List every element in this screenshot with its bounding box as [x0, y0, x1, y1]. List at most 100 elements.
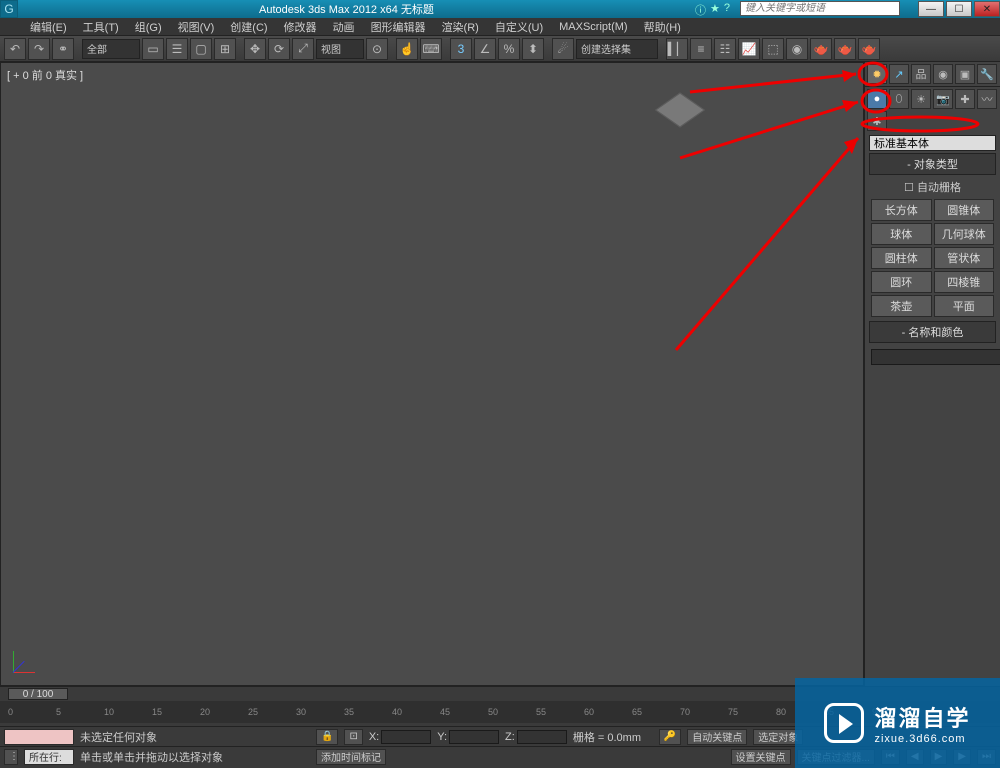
- cone-button[interactable]: 圆锥体: [934, 199, 995, 221]
- lock-button[interactable]: 🔒: [316, 729, 338, 745]
- watermark-name: 溜溜自学: [874, 701, 970, 733]
- infocenter-icons: ⓘ ★ ?: [695, 2, 730, 18]
- schematic-button[interactable]: ⬚: [762, 38, 784, 60]
- snap-button[interactable]: 3: [450, 38, 472, 60]
- geometry-tab[interactable]: ●: [867, 89, 887, 109]
- window-crossing-button[interactable]: ⊞: [214, 38, 236, 60]
- script-toggle[interactable]: ⋮: [4, 749, 18, 765]
- utilities-tab[interactable]: 🔧: [977, 64, 997, 84]
- menu-tools[interactable]: 工具(T): [83, 19, 119, 35]
- menu-help[interactable]: 帮助(H): [644, 19, 681, 35]
- systems-tab[interactable]: ✱: [867, 111, 887, 131]
- selection-filter[interactable]: 全部: [82, 39, 140, 59]
- material-editor-button[interactable]: ◉: [786, 38, 808, 60]
- autogrid-check[interactable]: ☐ 自动栅格: [865, 177, 1000, 197]
- star-icon[interactable]: ★: [710, 2, 720, 18]
- command-panel: ✹ ↗ 品 ◉ ▣ 🔧 ● ⬯ ☀ 📷 ✚ 〰 ✱ 标准基本体 对象类型 ☐ 自…: [864, 62, 1000, 686]
- key-icon[interactable]: 🔑: [659, 729, 681, 745]
- shapes-tab[interactable]: ⬯: [889, 89, 909, 109]
- percent-snap-button[interactable]: %: [498, 38, 520, 60]
- display-tab[interactable]: ▣: [955, 64, 975, 84]
- help-icon[interactable]: ?: [724, 2, 730, 18]
- menu-rendering[interactable]: 渲染(R): [442, 19, 479, 35]
- menu-customize[interactable]: 自定义(U): [495, 19, 543, 35]
- lights-tab[interactable]: ☀: [911, 89, 931, 109]
- modify-tab[interactable]: ↗: [889, 64, 909, 84]
- layers-button[interactable]: ☷: [714, 38, 736, 60]
- helpers-tab[interactable]: ✚: [955, 89, 975, 109]
- select-object-button[interactable]: ▭: [142, 38, 164, 60]
- named-selection-dropdown[interactable]: 创建选择集: [576, 39, 658, 59]
- teapot-button[interactable]: 茶壶: [871, 295, 932, 317]
- render-frame-button[interactable]: 🫖: [834, 38, 856, 60]
- plane-button[interactable]: 平面: [934, 295, 995, 317]
- addtime-button[interactable]: 添加时间标记: [316, 749, 386, 765]
- render-button[interactable]: 🫖: [858, 38, 880, 60]
- link-button[interactable]: ⚭: [52, 38, 74, 60]
- watermark: 溜溜自学 zixue.3d66.com: [795, 678, 1000, 768]
- rollout-namecolor[interactable]: 名称和颜色: [869, 321, 996, 343]
- edit-named-button[interactable]: ☄: [552, 38, 574, 60]
- create-tab[interactable]: ✹: [867, 64, 887, 84]
- spinner-snap-button[interactable]: ⬍: [522, 38, 544, 60]
- title-bar: G Autodesk 3ds Max 2012 x64 无标题 ⓘ ★ ? — …: [0, 0, 1000, 18]
- menu-views[interactable]: 视图(V): [178, 19, 215, 35]
- menu-animation[interactable]: 动画: [333, 19, 355, 35]
- menu-group[interactable]: 组(G): [135, 19, 162, 35]
- isolate-button[interactable]: ⊡: [344, 729, 362, 745]
- rotate-button[interactable]: ⟳: [268, 38, 290, 60]
- viewport-label: [ + 0 前 0 真实 ]: [7, 67, 83, 83]
- main-toolbar: ↶ ↷ ⚭ 全部 ▭ ☰ ▢ ⊞ ✥ ⟳ ⤢ 视图 ⊙ ☝ ⌨ 3 ∠ % ⬍ …: [0, 36, 1000, 62]
- y-input[interactable]: [449, 730, 499, 744]
- cameras-tab[interactable]: 📷: [933, 89, 953, 109]
- mirror-button[interactable]: ▍▏: [666, 38, 688, 60]
- menu-edit[interactable]: 编辑(E): [30, 19, 67, 35]
- select-name-button[interactable]: ☰: [166, 38, 188, 60]
- maximize-button[interactable]: ☐: [946, 1, 972, 17]
- menu-grapheditors[interactable]: 图形编辑器: [371, 19, 426, 35]
- sphere-button[interactable]: 球体: [871, 223, 932, 245]
- cylinder-button[interactable]: 圆柱体: [871, 247, 932, 269]
- x-input[interactable]: [381, 730, 431, 744]
- scale-button[interactable]: ⤢: [292, 38, 314, 60]
- tube-button[interactable]: 管状体: [934, 247, 995, 269]
- viewport[interactable]: [ + 0 前 0 真实 ]: [0, 62, 864, 686]
- info-icon[interactable]: ⓘ: [695, 2, 706, 18]
- hierarchy-tab[interactable]: 品: [911, 64, 931, 84]
- undo-button[interactable]: ↶: [4, 38, 26, 60]
- z-input[interactable]: [517, 730, 567, 744]
- autokey-button[interactable]: 自动关键点: [687, 729, 747, 745]
- spacewarps-tab[interactable]: 〰: [977, 89, 997, 109]
- time-slider[interactable]: 0 / 100: [8, 688, 68, 700]
- motion-tab[interactable]: ◉: [933, 64, 953, 84]
- object-name-input[interactable]: [871, 349, 1000, 365]
- curve-editor-button[interactable]: 📈: [738, 38, 760, 60]
- redo-button[interactable]: ↷: [28, 38, 50, 60]
- selection-status: 未选定任何对象: [80, 729, 310, 745]
- manip-button[interactable]: ☝: [396, 38, 418, 60]
- render-setup-button[interactable]: 🫖: [810, 38, 832, 60]
- search-input[interactable]: [740, 1, 900, 16]
- keymode-button[interactable]: ⌨: [420, 38, 442, 60]
- torus-button[interactable]: 圆环: [871, 271, 932, 293]
- pivot-button[interactable]: ⊙: [366, 38, 388, 60]
- angle-snap-button[interactable]: ∠: [474, 38, 496, 60]
- minimize-button[interactable]: —: [918, 1, 944, 17]
- move-button[interactable]: ✥: [244, 38, 266, 60]
- select-region-button[interactable]: ▢: [190, 38, 212, 60]
- pyramid-button[interactable]: 四棱锥: [934, 271, 995, 293]
- category-dropdown[interactable]: 标准基本体: [869, 135, 996, 151]
- viewcube[interactable]: [655, 93, 705, 128]
- box-button[interactable]: 长方体: [871, 199, 932, 221]
- close-button[interactable]: ✕: [974, 1, 1000, 17]
- geosphere-button[interactable]: 几何球体: [934, 223, 995, 245]
- menu-maxscript[interactable]: MAXScript(M): [559, 21, 627, 33]
- menu-modifiers[interactable]: 修改器: [284, 19, 317, 35]
- rollout-objecttype[interactable]: 对象类型: [869, 153, 996, 175]
- minilistener[interactable]: [4, 729, 74, 745]
- align-button[interactable]: ≡: [690, 38, 712, 60]
- menu-create[interactable]: 创建(C): [230, 19, 267, 35]
- row-label[interactable]: 所在行:: [24, 749, 74, 765]
- ref-coord-dropdown[interactable]: 视图: [316, 39, 364, 59]
- setkey-button[interactable]: 设置关键点: [731, 749, 791, 765]
